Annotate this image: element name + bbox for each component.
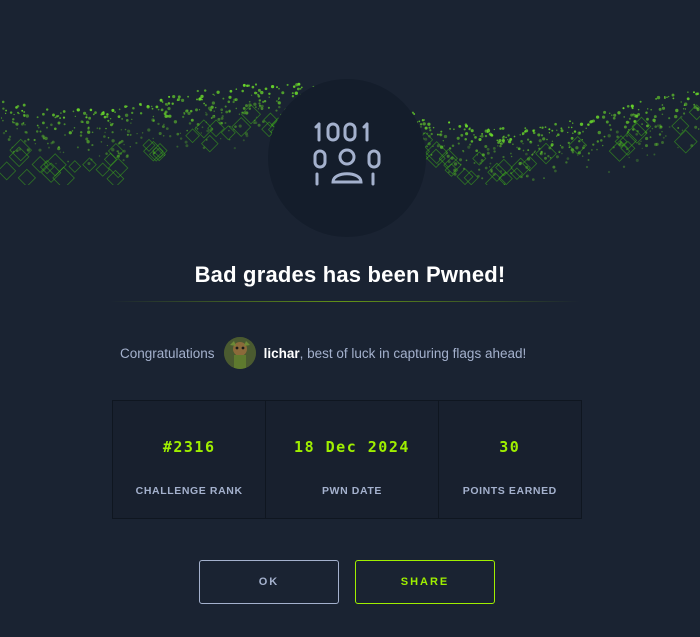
title-divider (110, 301, 580, 302)
stat-value: 18 Dec 2024 (294, 438, 410, 456)
ok-button[interactable]: OK (199, 560, 339, 604)
congrats-suffix: , best of luck in capturing flags ahead! (300, 346, 527, 361)
congrats-prefix: Congratulations (120, 346, 215, 361)
avatar[interactable] (224, 337, 256, 369)
stat-points-earned: 30 POINTS EARNED (439, 401, 581, 518)
congrats-message: Congratulations lichar, best of luck in … (120, 336, 526, 370)
stat-label: CHALLENGE RANK (136, 485, 243, 497)
stats-panel: #2316 CHALLENGE RANK 18 Dec 2024 PWN DAT… (112, 400, 582, 519)
stat-challenge-rank: #2316 CHALLENGE RANK (113, 401, 266, 518)
pwned-title: Bad grades has been Pwned! (0, 262, 700, 288)
stat-value: #2316 (163, 438, 216, 456)
username-link[interactable]: lichar (264, 346, 300, 361)
stat-label: POINTS EARNED (463, 485, 557, 497)
binary-user-icon (307, 118, 387, 198)
share-button[interactable]: SHARE (355, 560, 495, 604)
stat-label: PWN DATE (322, 485, 382, 497)
stat-value: 30 (499, 438, 520, 456)
challenge-badge (268, 79, 426, 237)
stat-pwn-date: 18 Dec 2024 PWN DATE (266, 401, 438, 518)
